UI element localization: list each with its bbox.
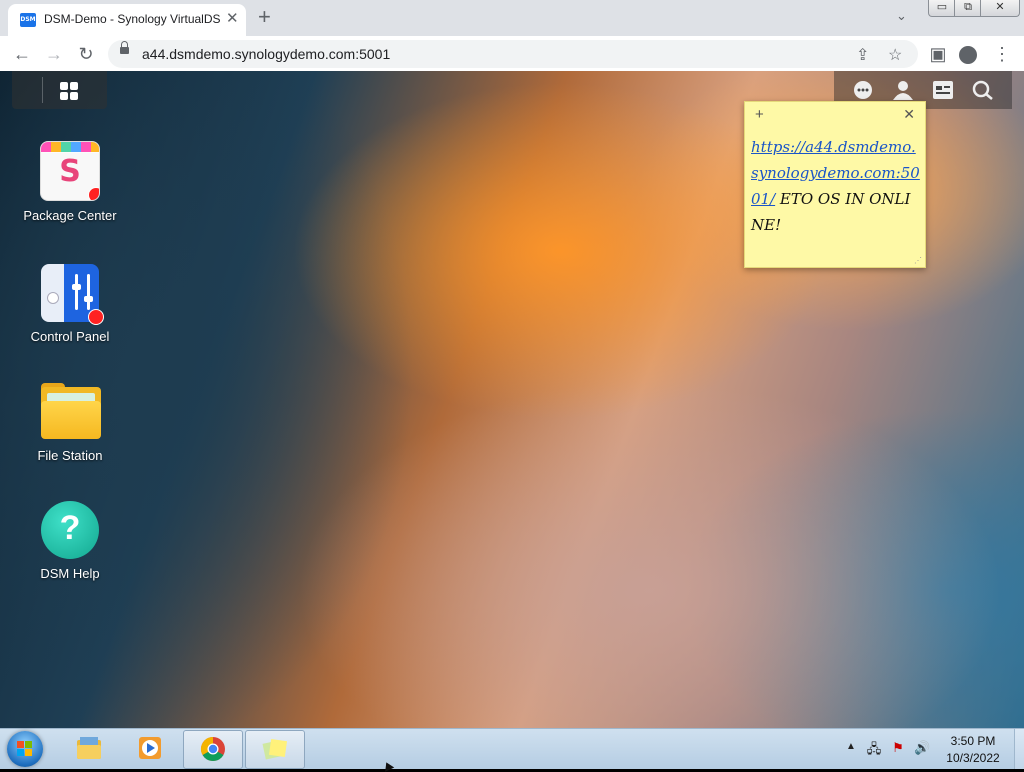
tab-search-icon[interactable]: ⌄ [896,8,907,24]
browser-toolbar: ← → ↻ a44.dsmdemo.synologydemo.com:5001 … [0,36,1024,72]
clock-time: 3:50 PM [950,734,996,748]
control-panel-icon [41,264,104,325]
address-bar[interactable]: a44.dsmdemo.synologydemo.com:5001 ⇪ ☆ [108,40,918,68]
app-label: File Station [37,448,103,463]
volume-icon[interactable]: 🔊 [914,740,930,756]
add-note-icon[interactable]: + [755,106,764,123]
maximize-button[interactable]: ⧉ [954,0,982,17]
profile-icon[interactable] [956,42,980,66]
dsm-desktop: S Package Center Control Panel File Stat… [0,71,1024,728]
notification-badge [88,309,104,325]
tab-title: DSM-Demo - Synology VirtualDSM [44,12,220,26]
sidebar-icon[interactable]: ▣ [926,42,950,66]
sticky-note[interactable]: + ✕ https://a44.dsmdemo.synologydemo.com… [744,101,926,268]
new-tab-icon[interactable]: + [258,6,271,28]
windows-taskbar: ▲ 🖧 ⚑ 🔊 3:50 PM 10/3/2022 [0,728,1024,769]
main-menu-grid-icon [60,82,78,100]
url-text[interactable]: a44.dsmdemo.synologydemo.com:5001 [142,46,390,62]
divider [42,77,43,103]
browser-titlebar: DSM DSM-Demo - Synology VirtualDSM ✕ + ⌄… [0,0,1024,36]
forward-icon[interactable]: → [42,42,66,66]
taskbar-media-player[interactable] [121,730,179,767]
show-hidden-icons-icon[interactable]: ▲ [846,741,856,752]
notification-badge [88,187,99,200]
start-button[interactable] [7,731,43,767]
file-station-shortcut[interactable]: File Station [20,383,120,465]
close-window-button[interactable]: ✕ [980,0,1020,17]
taskbar-clock[interactable]: 3:50 PM 10/3/2022 [940,733,1006,767]
widgets-icon[interactable] [932,80,954,100]
windows-flag-icon [17,741,33,757]
chrome-icon [200,737,225,762]
minimize-button[interactable]: ▭ [928,0,956,17]
package-center-icon: S [40,141,100,201]
dsm-help-icon: ? [41,501,99,559]
dsm-help-shortcut[interactable]: ? DSM Help [20,501,120,583]
star-icon[interactable]: ☆ [888,45,902,65]
main-menu-button[interactable] [12,71,107,109]
network-icon[interactable]: 🖧 [866,740,882,756]
show-desktop-button[interactable] [1014,729,1024,769]
browser-tab[interactable]: DSM DSM-Demo - Synology VirtualDSM ✕ [8,4,246,36]
search-icon[interactable] [972,80,994,100]
taskbar-sticky-notes[interactable] [245,730,305,769]
taskbar-chrome[interactable] [183,730,243,769]
sticky-note-text[interactable]: https://a44.dsmdemo.synologydemo.com:500… [751,134,923,238]
reload-icon[interactable]: ↻ [74,42,98,66]
action-center-flag-icon[interactable]: ⚑ [890,740,906,756]
explorer-icon [77,737,101,759]
package-center-shortcut[interactable]: S Package Center [20,141,120,225]
user-icon[interactable] [892,80,914,100]
file-station-icon [41,383,101,441]
resize-grip-icon[interactable]: ⋰ [914,256,922,265]
sticky-notes-icon [262,738,288,760]
lock-icon[interactable] [120,41,129,54]
close-note-icon[interactable]: ✕ [903,106,915,123]
sticky-note-message: ETO OS IN ONLINE! [751,190,911,234]
taskbar-explorer[interactable] [60,730,118,767]
app-label: Package Center [23,208,117,223]
share-icon[interactable]: ⇪ [856,45,869,65]
app-label: DSM Help [40,566,100,581]
media-player-icon [139,737,161,759]
tab-close-icon[interactable]: ✕ [226,11,239,27]
control-panel-shortcut[interactable]: Control Panel [20,264,120,346]
dsm-favicon-icon: DSM [20,13,36,27]
back-icon[interactable]: ← [10,42,34,66]
clock-date: 10/3/2022 [946,751,1000,765]
app-label: Control Panel [30,329,110,344]
chat-icon[interactable] [852,80,874,100]
menu-icon[interactable]: ⋮ [990,42,1014,66]
